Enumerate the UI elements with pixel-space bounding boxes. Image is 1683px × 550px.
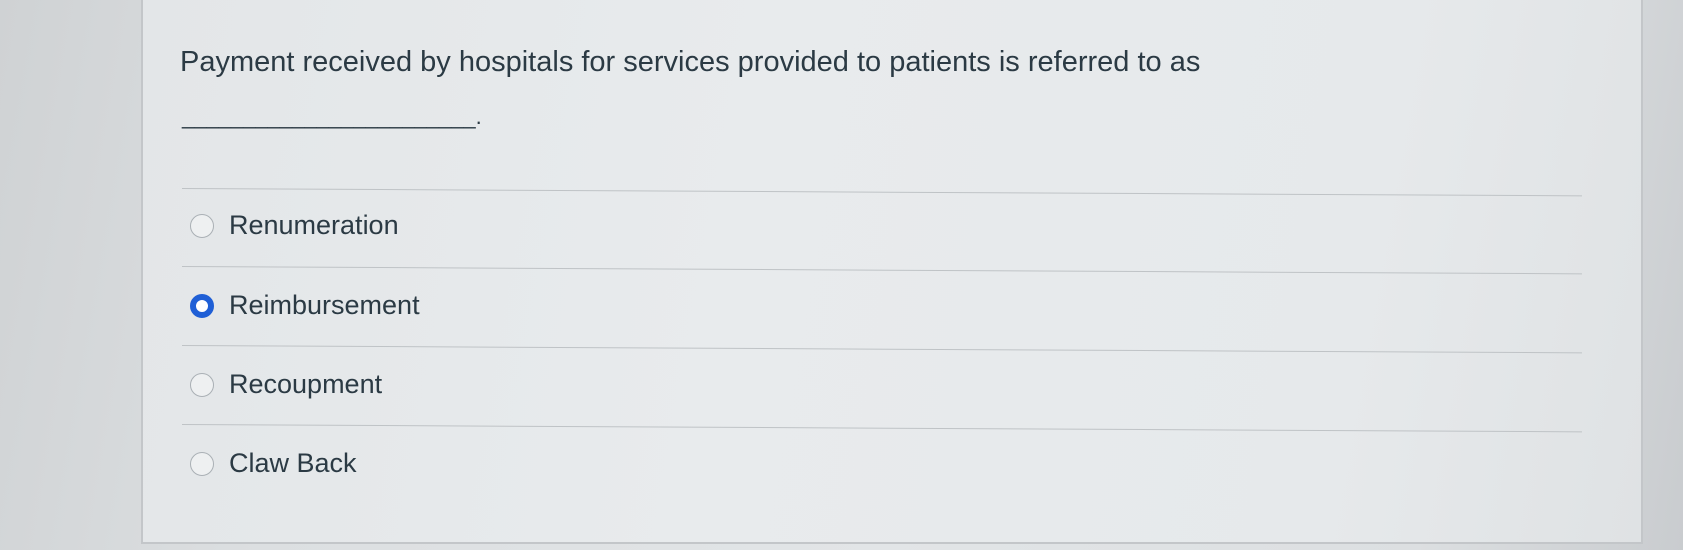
radio-button[interactable] [190, 372, 214, 397]
option-recoupment[interactable]: Recoupment [190, 369, 382, 400]
option-claw-back[interactable]: Claw Back [190, 448, 357, 479]
answer-blank: ________________________. [182, 104, 482, 129]
option-label: Reimbursement [229, 290, 420, 320]
option-renumeration[interactable]: Renumeration [190, 210, 399, 241]
radio-button-selected[interactable] [190, 293, 214, 318]
question-text: Payment received by hospitals for servic… [180, 46, 1201, 78]
option-label: Recoupment [229, 369, 383, 399]
radio-button[interactable] [190, 451, 214, 476]
option-reimbursement[interactable]: Reimbursement [190, 290, 420, 321]
option-label: Claw Back [229, 448, 357, 478]
option-label: Renumeration [229, 210, 399, 240]
radio-button[interactable] [190, 213, 214, 238]
